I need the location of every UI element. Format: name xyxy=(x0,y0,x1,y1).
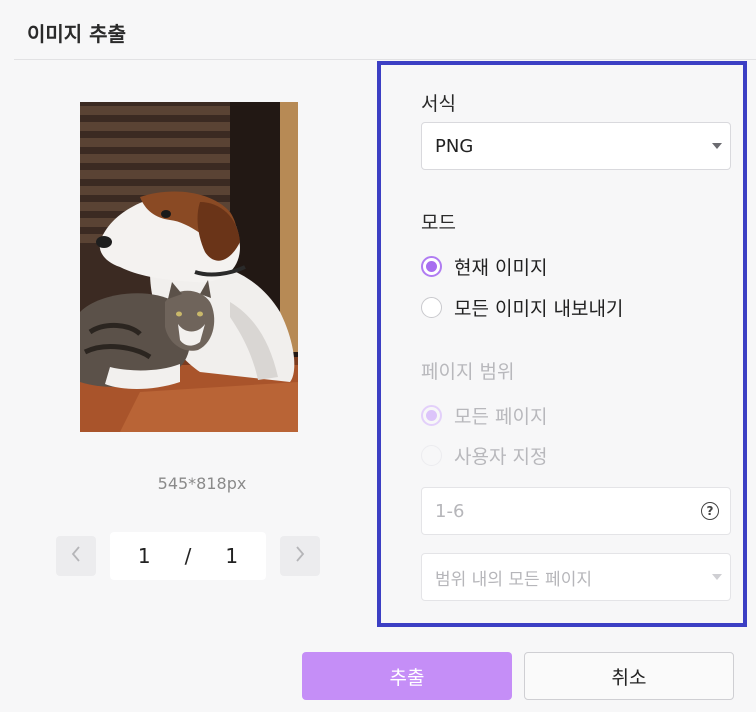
title-divider xyxy=(14,59,756,60)
dog-and-cat-photo xyxy=(80,102,298,432)
image-preview xyxy=(80,102,298,432)
range-option-label: 사용자 지정 xyxy=(454,446,548,468)
caret-down-icon xyxy=(712,574,722,580)
mode-label: 모드 xyxy=(421,212,456,234)
format-select[interactable]: PNG xyxy=(421,122,731,170)
image-dimensions: 545*818px xyxy=(157,474,247,493)
settings-panel: 서식 PNG 모드 현재 이미지 모든 이미지 내보내기 페이지 범위 모든 페… xyxy=(377,61,747,627)
range-option-label: 모든 페이지 xyxy=(454,406,548,428)
prev-page-button[interactable] xyxy=(56,536,96,576)
page-subset-value: 범위 내의 모든 페이지 xyxy=(435,569,592,590)
mode-option-label: 현재 이미지 xyxy=(454,257,548,279)
page-range-label: 페이지 범위 xyxy=(421,361,515,383)
custom-range-placeholder: 1-6 xyxy=(435,500,465,522)
caret-down-icon xyxy=(712,143,722,149)
mode-option-label: 모든 이미지 내보내기 xyxy=(454,298,624,320)
help-circle-icon[interactable]: ? xyxy=(701,502,719,520)
radio-checked[interactable] xyxy=(421,405,442,426)
custom-range-input[interactable]: 1-6 ? xyxy=(421,487,731,535)
page-separator: / xyxy=(184,544,192,568)
cancel-button[interactable]: 취소 xyxy=(524,652,734,700)
page-indicator: 1 / 1 xyxy=(110,532,266,580)
total-pages: 1 xyxy=(225,544,239,568)
next-page-button[interactable] xyxy=(280,536,320,576)
range-option-all-pages[interactable]: 모든 페이지 xyxy=(421,402,547,429)
dialog-title: 이미지 추출 xyxy=(27,22,126,46)
range-option-custom[interactable]: 사용자 지정 xyxy=(421,442,547,469)
format-select-value: PNG xyxy=(435,135,474,157)
radio-unchecked[interactable] xyxy=(421,297,442,318)
mode-option-current-image[interactable]: 현재 이미지 xyxy=(421,253,547,280)
current-page[interactable]: 1 xyxy=(138,544,151,568)
chevron-left-icon xyxy=(70,544,82,569)
extract-button[interactable]: 추출 xyxy=(302,652,512,700)
radio-checked[interactable] xyxy=(421,256,442,277)
chevron-right-icon xyxy=(294,544,306,569)
format-label: 서식 xyxy=(421,93,456,115)
mode-option-export-all[interactable]: 모든 이미지 내보내기 xyxy=(421,294,623,321)
page-subset-select[interactable]: 범위 내의 모든 페이지 xyxy=(421,553,731,601)
radio-unchecked[interactable] xyxy=(421,445,442,466)
